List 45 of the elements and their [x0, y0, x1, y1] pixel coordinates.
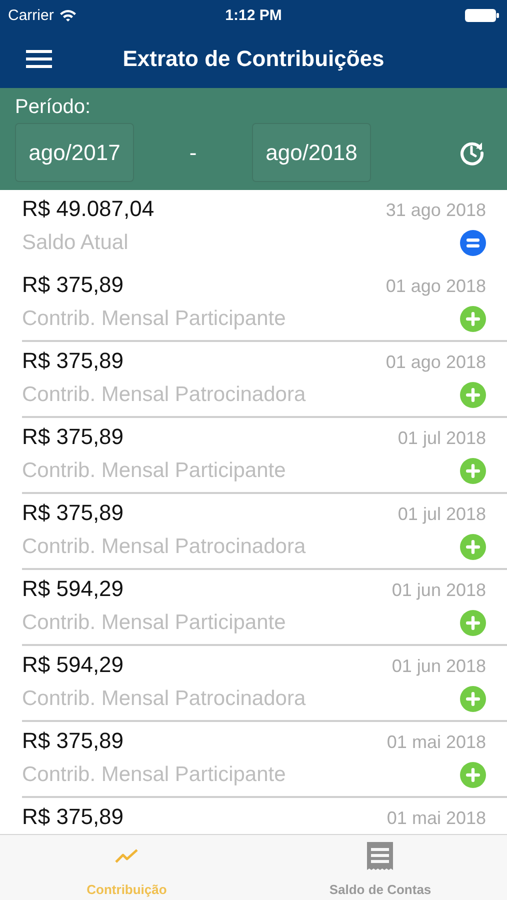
plus-icon — [460, 686, 486, 712]
plus-icon — [460, 458, 486, 484]
entry-description: Contrib. Mensal Patrocinadora — [22, 383, 306, 407]
entry-date: 31 ago 2018 — [386, 200, 486, 221]
plus-icon — [460, 382, 486, 408]
entry-description: Contrib. Mensal Patrocinadora — [22, 687, 306, 711]
entry-amount: R$ 594,29 — [22, 652, 124, 678]
equals-icon — [460, 230, 486, 256]
entry-date: 01 jul 2018 — [398, 428, 486, 449]
entry-amount: R$ 49.087,04 — [22, 196, 154, 222]
entry-date: 01 jun 2018 — [392, 580, 486, 601]
tab-label[interactable]: Saldo de Contas — [329, 882, 432, 897]
entry-amount: R$ 375,89 — [22, 500, 124, 526]
screen-title: Extrato de Contribuições — [122, 46, 384, 71]
history-button[interactable] — [459, 140, 485, 166]
entry-description: Contrib. Mensal Participante — [22, 611, 286, 635]
entry-date: 01 mai 2018 — [386, 808, 486, 829]
period-label: Período: — [15, 96, 91, 119]
entry-description: Saldo Atual — [22, 231, 128, 255]
plus-icon — [460, 534, 486, 560]
entry-description: Contrib. Mensal Participante — [22, 307, 286, 331]
entry-date: 01 jun 2018 — [392, 656, 486, 677]
entry-date: 01 ago 2018 — [386, 352, 486, 373]
entry-amount: R$ 375,89 — [22, 804, 124, 830]
range-separator: - — [189, 140, 197, 164]
plus-icon — [460, 762, 486, 788]
receipt-icon[interactable] — [367, 842, 394, 870]
entry-date: 01 jul 2018 — [398, 504, 486, 525]
entry-date: 01 mai 2018 — [386, 732, 486, 753]
entry-date: 01 ago 2018 — [386, 276, 486, 297]
plus-icon — [460, 610, 486, 636]
entry-amount: R$ 375,89 — [22, 272, 124, 298]
entry-amount: R$ 375,89 — [22, 728, 124, 754]
entry-description: Contrib. Mensal Participante — [22, 763, 286, 787]
entry-amount: R$ 375,89 — [22, 348, 124, 374]
wifi-icon — [58, 8, 77, 22]
entry-amount: R$ 375,89 — [22, 424, 124, 450]
entry-description: Contrib. Mensal Participante — [22, 459, 286, 483]
carrier-name: Carrier — [8, 6, 54, 24]
entry-description: Contrib. Mensal Patrocinadora — [22, 535, 306, 559]
battery-icon — [465, 8, 499, 22]
plus-icon — [460, 306, 486, 332]
status-time: 1:12 PM — [225, 6, 282, 24]
entry-amount: R$ 594,29 — [22, 576, 124, 602]
menu-button[interactable] — [26, 48, 52, 70]
